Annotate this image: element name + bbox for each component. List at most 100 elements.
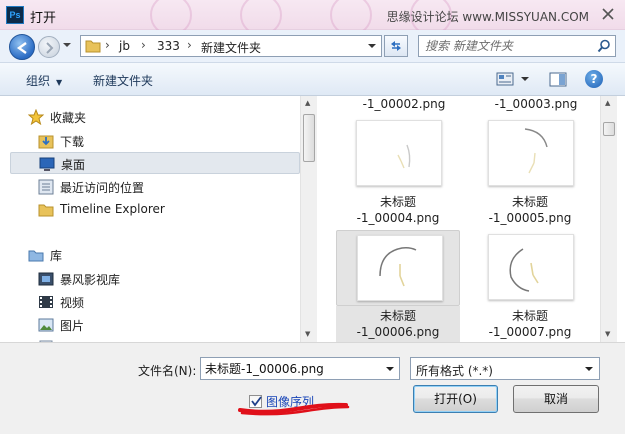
file-list-pane: -1_00002.png -1_00003.png 未标题 -1_00004.p… <box>318 96 600 342</box>
nav-library-header[interactable]: 库 <box>10 244 300 266</box>
filename-label: 文件名(N): <box>138 364 197 378</box>
thumbnail-frame <box>336 116 460 192</box>
nav-favorites-label: 收藏夹 <box>50 111 87 125</box>
scroll-up-icon[interactable]: ▲ <box>305 99 310 107</box>
organize-button[interactable]: 组织 ▼ <box>26 72 62 89</box>
file-caption: 未标题 -1_00007.png <box>468 308 592 340</box>
breadcrumb-jb[interactable]: jb <box>119 39 130 53</box>
nav-item-label: 下载 <box>60 135 85 149</box>
back-button[interactable] <box>9 34 35 60</box>
watermark-text: 思缘设计论坛 www.MISSYUAN.COM <box>386 10 589 24</box>
file-caption: 未标题 -1_00004.png <box>336 194 460 226</box>
clock-stroke-icon <box>509 248 539 292</box>
file-list-scrollbar[interactable]: ▲ ▼ <box>600 96 617 342</box>
nav-item-timeline-explorer[interactable]: Timeline Explorer <box>10 199 300 221</box>
navigation-scrollbar[interactable]: ▲ ▼ <box>300 96 317 342</box>
refresh-icon <box>391 41 401 51</box>
star-icon <box>28 109 44 125</box>
open-button[interactable]: 打开(O) <box>413 385 498 413</box>
chevron-down-icon <box>585 367 593 371</box>
breadcrumb-separator-icon[interactable]: › <box>105 38 110 52</box>
nav-item-videos[interactable]: 视频 <box>10 291 300 313</box>
nav-item-desktop[interactable]: 桌面 <box>10 152 300 174</box>
recent-pages-dropdown-icon[interactable] <box>62 41 72 49</box>
nav-item-label: 最近访问的位置 <box>60 181 145 195</box>
file-name: -1_00004.png <box>356 211 440 225</box>
desktop-icon <box>39 157 55 171</box>
filetype-value: 所有格式 (*.*) <box>416 364 493 378</box>
folder-icon <box>85 40 101 53</box>
filetype-select[interactable]: 所有格式 (*.*) <box>410 357 600 380</box>
file-title: 未标题 <box>379 309 416 323</box>
nav-item-label: 视频 <box>60 296 85 310</box>
command-toolbar: 组织 ▼ 新建文件夹 ? <box>0 62 625 96</box>
nav-item-label: 暴风影视库 <box>60 273 121 287</box>
file-item-partial[interactable]: -1_00002.png <box>342 96 466 112</box>
clock-stroke-icon <box>524 128 548 174</box>
address-bar[interactable]: › jb › 333 › 新建文件夹 <box>80 35 382 57</box>
nav-item-downloads[interactable]: 下载 <box>10 130 300 152</box>
file-title: 未标题 <box>511 195 548 209</box>
thumbnail-frame <box>468 116 592 192</box>
new-folder-button[interactable]: 新建文件夹 <box>93 72 153 89</box>
change-view-icon[interactable] <box>496 72 514 86</box>
video-library-icon <box>38 272 54 286</box>
close-button[interactable] <box>594 2 622 26</box>
nav-library-label: 库 <box>50 249 63 263</box>
scroll-down-icon[interactable]: ▼ <box>305 330 310 338</box>
scroll-thumb[interactable] <box>303 114 315 162</box>
file-name: -1_00007.png <box>488 325 572 339</box>
thumbnail-frame <box>468 230 592 306</box>
library-icon <box>28 250 44 262</box>
thumbnail-image <box>356 120 442 186</box>
photoshop-app-icon: Ps <box>6 6 24 24</box>
nav-item-recent-places[interactable]: 最近访问的位置 <box>10 176 300 198</box>
filename-input[interactable] <box>201 358 373 379</box>
chevron-down-icon[interactable] <box>385 365 395 373</box>
file-name: -1_00002.png <box>362 97 446 111</box>
breadcrumb-separator-icon[interactable]: › <box>141 38 146 52</box>
scroll-down-icon[interactable]: ▼ <box>605 330 610 338</box>
nav-item-pictures[interactable]: 图片 <box>10 314 300 336</box>
breadcrumb-333[interactable]: 333 <box>157 39 180 53</box>
picture-icon <box>38 318 54 332</box>
cancel-button[interactable]: 取消 <box>513 385 599 413</box>
arrow-right-icon <box>46 42 54 54</box>
title-bar: Ps 打开 思缘设计论坛 www.MISSYUAN.COM <box>0 0 625 36</box>
file-item-partial[interactable]: -1_00003.png <box>474 96 598 112</box>
recent-places-icon <box>38 179 54 195</box>
download-folder-icon <box>38 135 54 149</box>
nav-item-label: Timeline Explorer <box>60 202 165 216</box>
search-input[interactable] <box>419 36 589 56</box>
nav-favorites-header[interactable]: 收藏夹 <box>10 106 300 128</box>
dialog-footer: 文件名(N): 所有格式 (*.*) 图像序列 打开(O) 取消 <box>0 342 625 434</box>
forward-button[interactable] <box>38 36 60 58</box>
clock-stroke-icon <box>379 247 417 287</box>
breadcrumb-current-folder[interactable]: 新建文件夹 <box>201 39 261 56</box>
thumbnail-frame <box>336 230 460 306</box>
search-icon[interactable] <box>597 39 611 53</box>
filename-combobox[interactable] <box>200 357 400 380</box>
file-name: -1_00003.png <box>494 97 578 111</box>
preview-pane-icon[interactable] <box>549 72 567 87</box>
file-title: 未标题 <box>379 195 416 209</box>
file-title: 未标题 <box>511 309 548 323</box>
scroll-thumb[interactable] <box>603 122 615 136</box>
nav-item-storm-video-library[interactable]: 暴风影视库 <box>10 268 300 290</box>
help-icon[interactable]: ? <box>585 70 603 88</box>
arrow-left-icon <box>16 42 27 54</box>
refresh-button[interactable] <box>384 35 408 57</box>
thumbnail-image <box>488 234 574 300</box>
chevron-down-icon: ▼ <box>56 78 63 87</box>
thumbnail-image <box>488 120 574 186</box>
red-annotation-underline <box>238 402 350 416</box>
file-caption: 未标题 -1_00005.png <box>468 194 592 226</box>
nav-item-label: 图片 <box>60 319 85 333</box>
scroll-up-icon[interactable]: ▲ <box>605 99 610 107</box>
view-dropdown-icon[interactable] <box>520 75 530 83</box>
search-field[interactable] <box>418 35 616 57</box>
organize-label: 组织 <box>26 74 51 88</box>
window-title: 打开 <box>30 11 57 26</box>
breadcrumb-separator-icon[interactable]: › <box>187 38 192 52</box>
chevron-down-icon[interactable] <box>367 42 377 50</box>
